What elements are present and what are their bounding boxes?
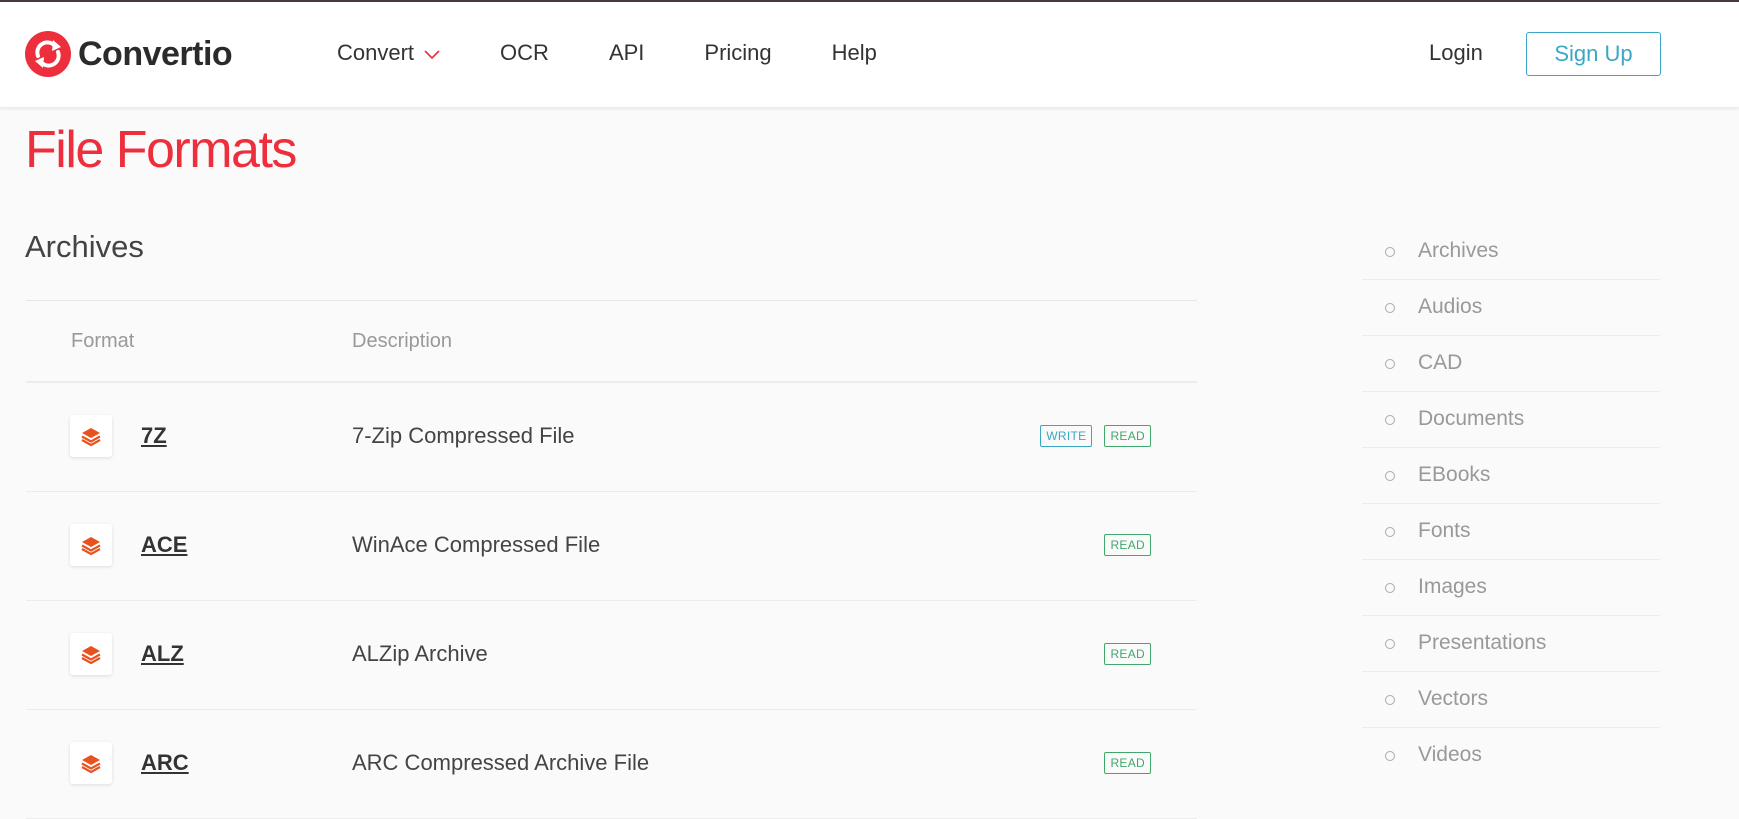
format-description: WinAce Compressed File bbox=[352, 532, 601, 557]
write-badge: WRITE bbox=[1040, 425, 1093, 447]
section-title: Archives bbox=[25, 229, 144, 264]
page-title: File Formats bbox=[25, 121, 297, 179]
circle-bullet-icon bbox=[1385, 359, 1395, 369]
sidebar-item-label: Archives bbox=[1418, 239, 1499, 262]
circle-bullet-icon bbox=[1385, 303, 1395, 313]
sidebar-item-images[interactable]: Images bbox=[1362, 560, 1660, 616]
circle-bullet-icon bbox=[1385, 695, 1395, 705]
table-row: ARC ARC Compressed Archive File READ bbox=[26, 710, 1197, 819]
sidebar-item-label: CAD bbox=[1418, 351, 1463, 374]
read-badge: READ bbox=[1104, 534, 1151, 556]
table-header: Format Description bbox=[26, 300, 1197, 383]
read-badge: READ bbox=[1104, 643, 1151, 665]
sidebar-item-ebooks[interactable]: EBooks bbox=[1362, 448, 1660, 504]
nav-api-label: API bbox=[608, 40, 645, 65]
sidebar-item-label: Presentations bbox=[1418, 631, 1547, 654]
format-description: ALZip Archive bbox=[352, 641, 488, 666]
sidebar-item-label: Vectors bbox=[1418, 687, 1489, 710]
column-header-description: Description bbox=[352, 330, 453, 352]
sidebar-item-presentations[interactable]: Presentations bbox=[1362, 616, 1660, 672]
sidebar-item-documents[interactable]: Documents bbox=[1362, 392, 1660, 448]
nav-convert[interactable]: Convert bbox=[337, 40, 440, 66]
circle-bullet-icon bbox=[1385, 247, 1395, 257]
nav-help-label: Help bbox=[831, 40, 877, 65]
format-description: ARC Compressed Archive File bbox=[352, 750, 650, 775]
nav-pricing-label: Pricing bbox=[704, 40, 772, 65]
format-link[interactable]: ACE bbox=[141, 532, 187, 558]
badges: READ bbox=[1092, 752, 1151, 774]
nav-ocr[interactable]: OCR bbox=[500, 40, 549, 66]
site-header: Convertio Convert OCR API Pricing Help L… bbox=[0, 2, 1739, 108]
circle-bullet-icon bbox=[1385, 527, 1395, 537]
format-link[interactable]: 7Z bbox=[141, 423, 167, 449]
signup-button[interactable]: Sign Up bbox=[1526, 32, 1661, 76]
circle-bullet-icon bbox=[1385, 583, 1395, 593]
badges: READ bbox=[1092, 643, 1151, 665]
main-nav: Convert OCR API Pricing Help bbox=[337, 40, 937, 66]
login-link[interactable]: Login bbox=[1429, 40, 1483, 66]
sidebar-item-fonts[interactable]: Fonts bbox=[1362, 504, 1660, 560]
layers-icon bbox=[70, 415, 112, 457]
read-badge: READ bbox=[1104, 752, 1151, 774]
circle-bullet-icon bbox=[1385, 415, 1395, 425]
read-badge: READ bbox=[1104, 425, 1151, 447]
circle-bullet-icon bbox=[1385, 471, 1395, 481]
table-row: 7Z 7-Zip Compressed File WRITE READ bbox=[26, 383, 1197, 492]
table-row: ALZ ALZip Archive READ bbox=[26, 601, 1197, 710]
table-row: ACE WinAce Compressed File READ bbox=[26, 492, 1197, 601]
sidebar-item-label: Videos bbox=[1418, 743, 1482, 766]
nav-api[interactable]: API bbox=[609, 40, 644, 66]
sidebar-item-vectors[interactable]: Vectors bbox=[1362, 672, 1660, 728]
format-link[interactable]: ARC bbox=[141, 750, 189, 776]
circle-bullet-icon bbox=[1385, 751, 1395, 761]
chevron-down-icon bbox=[424, 40, 440, 66]
logo-link[interactable]: Convertio bbox=[25, 30, 233, 78]
badges: READ bbox=[1092, 534, 1151, 556]
format-link[interactable]: ALZ bbox=[141, 641, 184, 667]
sidebar-item-label: Audios bbox=[1418, 295, 1483, 318]
circle-bullet-icon bbox=[1385, 639, 1395, 649]
layers-icon bbox=[70, 524, 112, 566]
badges: WRITE READ bbox=[1028, 425, 1151, 447]
category-sidebar: Archives Audios CAD Documents EBooks Fon… bbox=[1362, 224, 1660, 783]
sidebar-item-archives[interactable]: Archives bbox=[1362, 224, 1660, 280]
nav-help[interactable]: Help bbox=[832, 40, 877, 66]
convert-arrows-icon bbox=[25, 31, 71, 77]
nav-pricing[interactable]: Pricing bbox=[704, 40, 771, 66]
formats-table: Format Description 7Z 7-Zip Compressed F… bbox=[26, 300, 1197, 819]
sidebar-item-cad[interactable]: CAD bbox=[1362, 336, 1660, 392]
sidebar-item-label: Documents bbox=[1418, 407, 1525, 430]
column-header-format: Format bbox=[71, 330, 135, 352]
nav-ocr-label: OCR bbox=[500, 40, 549, 65]
nav-convert-label: Convert bbox=[337, 40, 415, 65]
sidebar-item-audios[interactable]: Audios bbox=[1362, 280, 1660, 336]
sidebar-item-videos[interactable]: Videos bbox=[1362, 728, 1660, 783]
layers-icon bbox=[70, 742, 112, 784]
format-description: 7-Zip Compressed File bbox=[352, 423, 575, 448]
sidebar-item-label: Images bbox=[1418, 575, 1487, 598]
sidebar-item-label: Fonts bbox=[1418, 519, 1471, 542]
logo-text: Convertio bbox=[78, 34, 233, 73]
sidebar-item-label: EBooks bbox=[1418, 463, 1491, 486]
layers-icon bbox=[70, 633, 112, 675]
